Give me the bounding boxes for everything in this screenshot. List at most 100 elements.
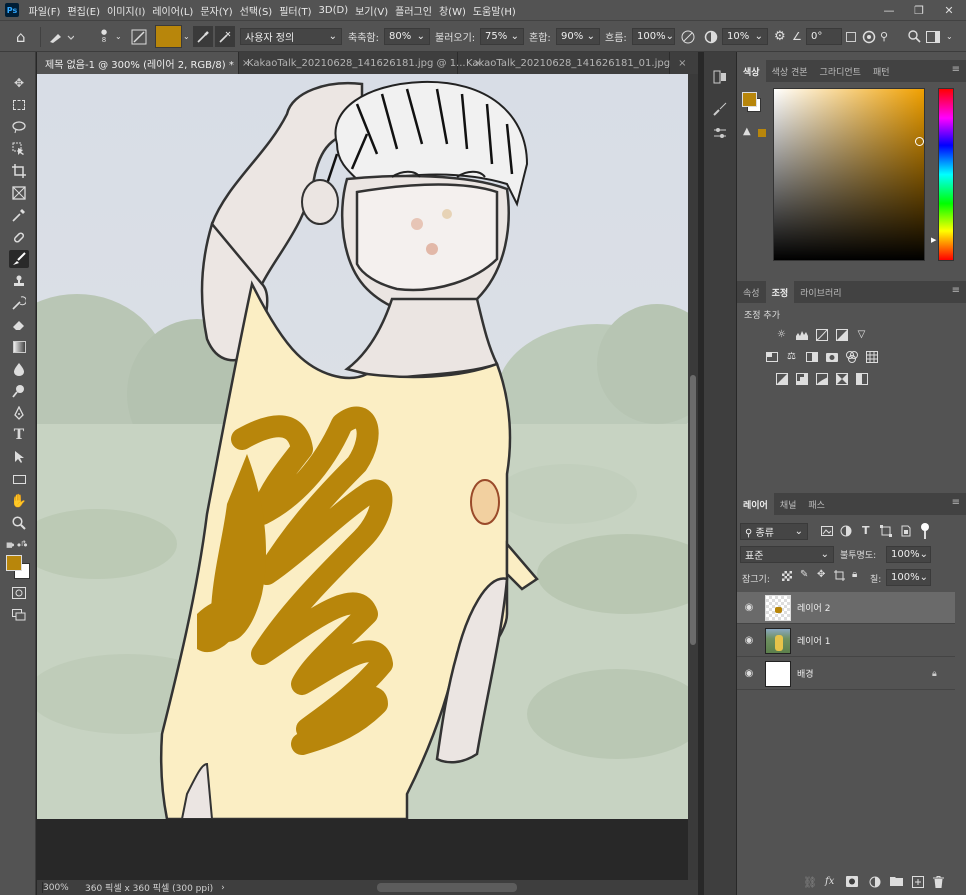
panel-menu-icon[interactable]: ≡: [952, 65, 960, 75]
layer-row-background[interactable]: ◉ 배경 🔒︎: [737, 658, 955, 690]
color-balance-icon[interactable]: ⚖: [785, 350, 798, 363]
hand-tool-icon[interactable]: ✋: [9, 492, 29, 510]
brush-settings-icon[interactable]: [131, 26, 147, 47]
tab-layers[interactable]: 레이어: [737, 493, 774, 515]
filter-toggle-icon[interactable]: [921, 523, 929, 531]
chevron-down-icon[interactable]: ⌄: [115, 26, 122, 47]
hue-slider-handle[interactable]: ▶: [931, 236, 936, 244]
tab-untitled-1[interactable]: 제목 없음-1 @ 300% (레이어 2, RGB/8) * ×: [37, 52, 250, 74]
home-icon[interactable]: ⌂: [16, 26, 26, 47]
dodge-tool-icon[interactable]: [9, 382, 29, 400]
eye-icon[interactable]: ◉: [737, 635, 761, 646]
tab-adjustments[interactable]: 조정: [765, 281, 795, 303]
path-select-icon[interactable]: [9, 448, 29, 466]
minimize-button[interactable]: —: [874, 0, 904, 20]
gamut-color-swatch[interactable]: [758, 129, 766, 137]
healing-brush-icon[interactable]: [9, 228, 29, 246]
hue-saturation-icon[interactable]: [765, 350, 778, 363]
zoom-tool-icon[interactable]: [9, 514, 29, 532]
photo-filter-icon[interactable]: [825, 350, 838, 363]
new-adjustment-layer-icon[interactable]: [869, 876, 881, 891]
symmetry-icon[interactable]: ⚲: [880, 26, 888, 47]
hue-slider[interactable]: [938, 88, 954, 261]
mixer-brush-tool-icon[interactable]: [9, 250, 29, 268]
lock-transparency-icon[interactable]: [782, 571, 792, 581]
exposure-icon[interactable]: [835, 328, 848, 341]
shape-filter-icon[interactable]: [880, 525, 892, 537]
panel-menu-icon[interactable]: ≡: [952, 498, 960, 508]
smart-object-filter-icon[interactable]: [900, 525, 912, 537]
close-window-button[interactable]: ✕: [934, 0, 964, 20]
brush-preset-dropdown[interactable]: 사용자 정의 ⌄: [240, 28, 342, 45]
menu-3d[interactable]: 3D(D): [319, 5, 349, 16]
tab-libraries[interactable]: 라이브러리: [794, 281, 847, 303]
airbrush-icon[interactable]: [680, 26, 696, 47]
flow-input[interactable]: 100% ⌄: [632, 28, 675, 45]
status-menu-arrow[interactable]: ›: [221, 883, 225, 893]
eyedropper-tool-icon[interactable]: [9, 206, 29, 224]
color-picker-field[interactable]: [773, 88, 925, 261]
brush-size-picker[interactable]: ● 8: [96, 26, 112, 47]
tab-paths[interactable]: 패스: [802, 493, 831, 515]
lock-pixels-icon[interactable]: ✎: [800, 569, 808, 580]
tab-swatches[interactable]: 색상 견본: [766, 60, 814, 82]
eye-icon[interactable]: ◉: [737, 668, 761, 679]
clean-brush-icon[interactable]: [215, 26, 235, 47]
menu-type[interactable]: 문자(Y): [200, 3, 232, 18]
menu-filter[interactable]: 필터(T): [279, 3, 311, 18]
menu-plugins[interactable]: 플러그인: [395, 3, 432, 18]
gamut-warning-icon[interactable]: ▲: [743, 126, 751, 137]
pen-tool-icon[interactable]: [9, 404, 29, 422]
blend-mode-dropdown[interactable]: 표준 ⌄: [740, 546, 834, 563]
current-color-swatch[interactable]: [155, 25, 182, 48]
history-brush-icon[interactable]: [9, 294, 29, 312]
new-group-icon[interactable]: [890, 876, 903, 889]
menu-view[interactable]: 보기(V): [355, 3, 388, 18]
search-icon[interactable]: [908, 26, 921, 47]
quick-mask-icon[interactable]: [9, 584, 29, 602]
lasso-tool-icon[interactable]: [9, 118, 29, 136]
delete-layer-icon[interactable]: [933, 876, 944, 891]
panel-menu-icon[interactable]: ≡: [952, 286, 960, 296]
menu-edit[interactable]: 편집(E): [67, 3, 100, 18]
adjustment-filter-icon[interactable]: [840, 525, 852, 537]
frame-tool-icon[interactable]: [9, 184, 29, 202]
new-layer-icon[interactable]: [912, 876, 924, 891]
vertical-scroll-thumb[interactable]: [690, 375, 696, 645]
levels-icon[interactable]: [795, 328, 808, 341]
tab-patterns[interactable]: 패턴: [867, 60, 896, 82]
brush-settings-panel-icon[interactable]: [708, 122, 732, 144]
type-filter-icon[interactable]: T: [862, 524, 870, 537]
pixel-filter-icon[interactable]: [821, 525, 833, 537]
type-tool-icon[interactable]: T: [9, 426, 29, 444]
link-layers-icon[interactable]: ⛓: [803, 876, 817, 889]
channel-mixer-icon[interactable]: [845, 350, 858, 363]
mixer-brush-tool-icon[interactable]: [48, 26, 74, 47]
pressure-size-icon[interactable]: [862, 26, 876, 47]
swap-colors-icon[interactable]: ↱: [20, 539, 27, 548]
tab-color[interactable]: 색상: [737, 60, 766, 82]
menu-select[interactable]: 선택(S): [240, 3, 273, 18]
close-tab-icon[interactable]: ×: [678, 58, 686, 69]
brightness-contrast-icon[interactable]: ☼: [775, 328, 788, 341]
menu-image[interactable]: 이미지(I): [107, 3, 145, 18]
invert-icon[interactable]: [775, 372, 788, 385]
clone-stamp-icon[interactable]: [9, 272, 29, 290]
color-picker-cursor[interactable]: [915, 137, 924, 146]
layer-row-layer-2[interactable]: ◉ 레이어 2: [737, 592, 955, 624]
rectangle-tool-icon[interactable]: [9, 470, 29, 488]
brush-angle-input[interactable]: 0°: [806, 28, 842, 45]
layer-row-layer-1[interactable]: ◉ 레이어 1: [737, 625, 955, 657]
horizontal-scroll-thumb[interactable]: [377, 883, 517, 892]
object-select-tool-icon[interactable]: [9, 140, 29, 158]
menu-window[interactable]: 창(W): [439, 3, 466, 18]
add-mask-icon[interactable]: [846, 876, 858, 890]
menu-file[interactable]: 파일(F): [29, 3, 61, 18]
smoothing-icon[interactable]: [704, 26, 718, 47]
restore-button[interactable]: ❐: [904, 0, 934, 20]
pressure-toggle-checkbox[interactable]: [846, 26, 856, 47]
tab-kakaotalk-1[interactable]: KakaoTalk_20210628_141626181.jpg @ 1... …: [239, 52, 482, 74]
lock-position-icon[interactable]: ✥: [817, 569, 825, 580]
tab-kakaotalk-2[interactable]: KakaoTalk_20210628_141626181_01.jpg ×: [458, 52, 686, 74]
zoom-level[interactable]: 300%: [43, 883, 85, 893]
